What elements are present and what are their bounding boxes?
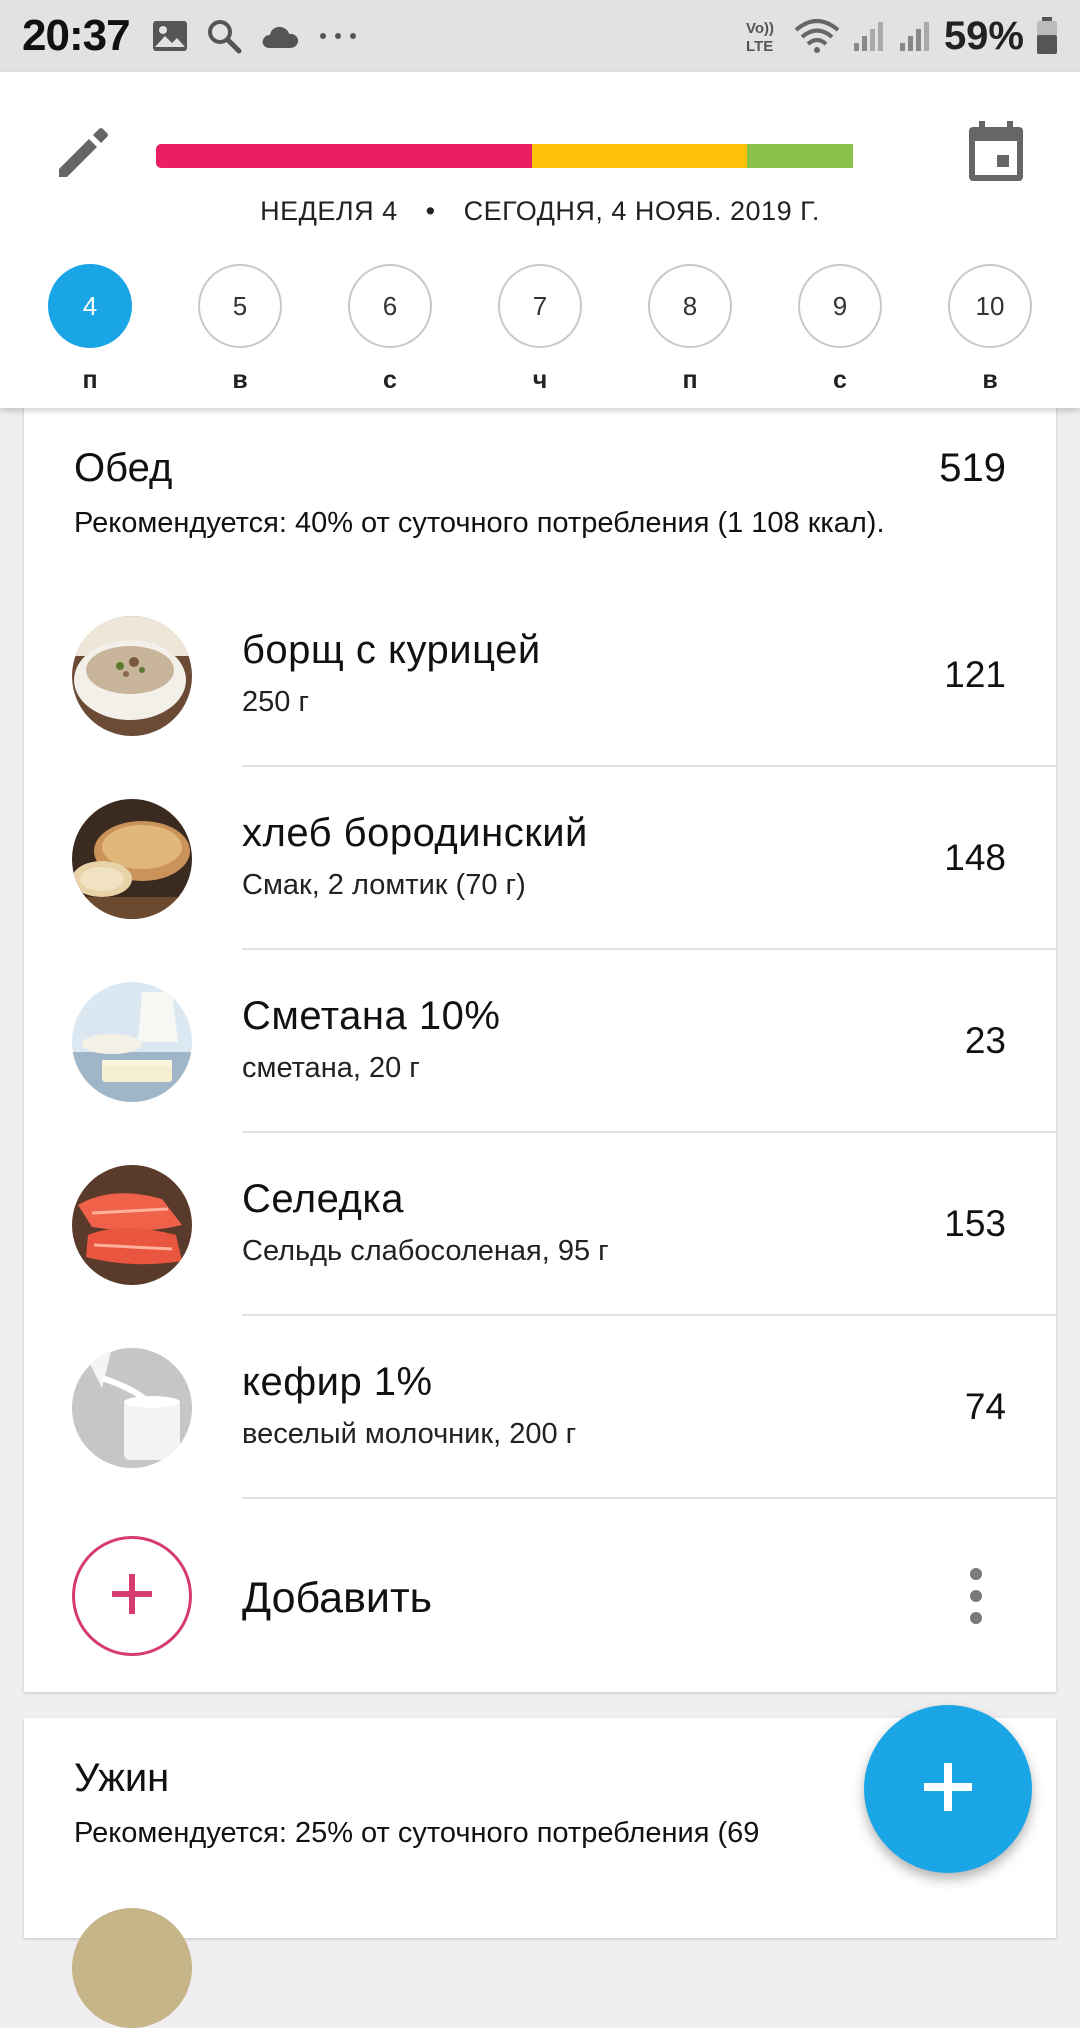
food-thumbnail-soup (72, 616, 192, 736)
food-calories: 23 (964, 1020, 1006, 1061)
day-label: с (833, 366, 847, 394)
food-calories: 121 (944, 654, 1006, 695)
image-icon (152, 20, 188, 52)
food-portion: 250 г (242, 686, 310, 718)
day-label: п (682, 366, 698, 394)
week-label: НЕДЕЛЯ 4 (260, 196, 398, 226)
day-7[interactable]: 7 ч (498, 264, 582, 395)
calorie-progress-bar (156, 144, 924, 168)
day-8[interactable]: 8 п (648, 264, 732, 395)
food-thumbnail-bread (72, 799, 192, 919)
day-selector: 4 п 5 в 6 с 7 ч 8 п 9 с 10 в (0, 264, 1080, 394)
edit-button[interactable] (50, 122, 116, 188)
food-item[interactable]: Селедка Сельдь слабосоленая, 95 г 153 (24, 1133, 1056, 1316)
day-9[interactable]: 9 с (798, 264, 882, 395)
svg-text:LTE: LTE (746, 38, 773, 55)
food-thumbnail-kefir (72, 1348, 192, 1468)
food-item[interactable]: борщ с курицей 250 г 121 (24, 584, 1056, 767)
day-6[interactable]: 6 с (348, 264, 432, 395)
add-food-label[interactable]: Добавить (242, 1574, 432, 1623)
signal-icon (852, 19, 886, 53)
day-circle: 10 (948, 264, 1032, 348)
calendar-button[interactable] (962, 120, 1030, 188)
meal-total-calories: 519 (939, 446, 1006, 490)
day-10[interactable]: 10 в (948, 264, 1032, 395)
food-thumbnail-sour-cream (72, 982, 192, 1102)
diary-header: НЕДЕЛЯ 4 • СЕГОДНЯ, 4 НОЯБ. 2019 Г. 4 п 5 … (0, 72, 1080, 408)
meal-recommendation: Рекомендуется: 40% от суточного потребле… (74, 507, 885, 539)
pencil-icon (53, 123, 113, 188)
plus-icon (108, 1570, 156, 1623)
day-label: в (982, 366, 998, 394)
separator-dot: • (425, 196, 436, 226)
wifi-icon (794, 18, 840, 54)
progress-segment-green (746, 144, 853, 168)
day-label: с (383, 366, 397, 394)
food-thumbnail-partial (72, 1908, 192, 2028)
food-item[interactable]: Сметана 10% сметана, 20 г 23 (24, 950, 1056, 1133)
food-portion: сметана, 20 г (242, 1052, 420, 1084)
food-name: кефир 1% (242, 1360, 433, 1404)
svg-text:Vo)): Vo)) (746, 20, 774, 37)
food-name: Сметана 10% (242, 994, 501, 1038)
add-food-button[interactable] (72, 1536, 192, 1656)
food-item[interactable]: хлеб бородинский Смак, 2 ломтик (70 г) 1… (24, 767, 1056, 950)
more-dots-icon (318, 31, 358, 41)
food-name: борщ с курицей (242, 628, 541, 672)
status-bar: 20:37 Vo)) LTE 59% (0, 0, 1080, 72)
more-options-icon[interactable] (966, 1568, 986, 1624)
meal-title: Обед (74, 446, 173, 490)
day-5[interactable]: 5 в (198, 264, 282, 395)
meal-recommendation: Рекомендуется: 25% от суточного потребле… (74, 1817, 760, 1849)
search-icon (206, 18, 242, 54)
day-circle: 7 (498, 264, 582, 348)
meal-card-lunch: Обед 519 Рекомендуется: 40% от суточного… (24, 408, 1056, 1692)
day-circle: 4 (48, 264, 132, 348)
progress-segment-yellow (531, 144, 747, 168)
food-name: хлеб бородинский (242, 811, 588, 855)
calendar-icon (967, 120, 1025, 188)
status-system-icons: Vo)) LTE 59% (742, 14, 1058, 59)
battery-icon (1036, 17, 1058, 55)
add-food-row[interactable]: Добавить (24, 1518, 1056, 1668)
food-name: Селедка (242, 1177, 404, 1221)
day-label: п (82, 366, 98, 394)
day-4[interactable]: 4 п (48, 264, 132, 395)
divider (242, 1497, 1056, 1499)
day-label: в (232, 366, 248, 394)
add-fab-button[interactable] (864, 1705, 1032, 1873)
status-notifications (152, 18, 358, 54)
cloud-icon (260, 22, 300, 50)
plus-icon (908, 1747, 988, 1832)
food-portion: Смак, 2 ломтик (70 г) (242, 869, 526, 901)
food-thumbnail-herring (72, 1165, 192, 1285)
day-label: ч (532, 366, 548, 394)
food-calories: 148 (944, 837, 1006, 878)
day-circle: 8 (648, 264, 732, 348)
day-circle: 5 (198, 264, 282, 348)
meal-title: Ужин (74, 1756, 170, 1800)
food-calories: 74 (964, 1386, 1006, 1427)
food-portion: веселый молочник, 200 г (242, 1418, 577, 1450)
date-label[interactable]: СЕГОДНЯ, 4 НОЯБ. 2019 Г. (464, 196, 820, 226)
week-date-line: НЕДЕЛЯ 4 • СЕГОДНЯ, 4 НОЯБ. 2019 Г. (0, 196, 1080, 227)
food-portion: Сельдь слабосоленая, 95 г (242, 1235, 609, 1267)
food-calories: 153 (944, 1203, 1006, 1244)
volte-icon: Vo)) LTE (742, 16, 782, 56)
battery-percent: 59% (943, 13, 1024, 58)
food-item[interactable]: кефир 1% веселый молочник, 200 г 74 (24, 1316, 1056, 1499)
signal-icon (898, 19, 932, 53)
progress-segment-red (156, 144, 532, 168)
day-circle: 9 (798, 264, 882, 348)
day-circle: 6 (348, 264, 432, 348)
status-time: 20:37 (22, 11, 131, 60)
